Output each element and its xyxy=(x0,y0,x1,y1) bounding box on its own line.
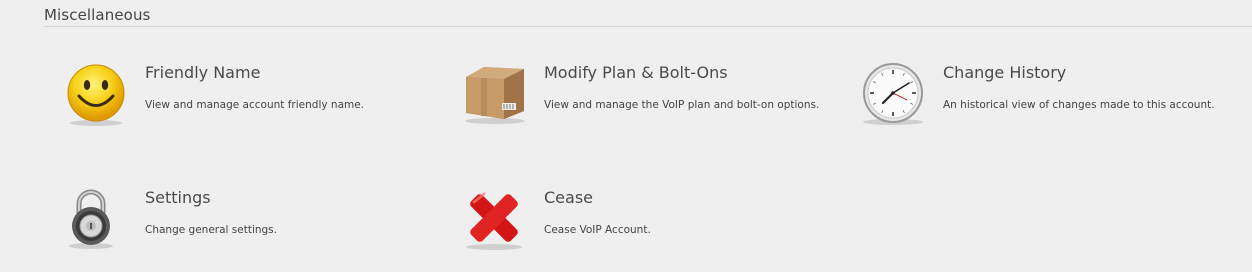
miscellaneous-section: Miscellaneous Friendly Name View and man… xyxy=(0,0,1252,272)
change-history-item[interactable]: Change History An historical view of cha… xyxy=(863,63,1252,153)
friendly-name-item[interactable]: Friendly Name View and manage account fr… xyxy=(65,63,445,153)
modify-plan-description: View and manage the VoIP plan and bolt-o… xyxy=(544,99,820,111)
settings-item[interactable]: Settings Change general settings. xyxy=(65,188,445,272)
section-divider xyxy=(44,26,1252,27)
cease-title[interactable]: Cease xyxy=(544,188,593,207)
cardboard-box-icon[interactable] xyxy=(464,63,534,133)
cease-description: Cease VoIP Account. xyxy=(544,224,651,236)
smiley-face-icon[interactable] xyxy=(65,63,135,133)
modify-plan-title[interactable]: Modify Plan & Bolt-Ons xyxy=(544,63,728,82)
clock-icon[interactable] xyxy=(863,63,933,133)
modify-plan-item[interactable]: Modify Plan & Bolt-Ons View and manage t… xyxy=(464,63,844,153)
change-history-title[interactable]: Change History xyxy=(943,63,1066,82)
friendly-name-title[interactable]: Friendly Name xyxy=(145,63,260,82)
change-history-description: An historical view of changes made to th… xyxy=(943,99,1215,111)
settings-description: Change general settings. xyxy=(145,224,277,236)
friendly-name-description: View and manage account friendly name. xyxy=(145,99,365,111)
padlock-icon[interactable] xyxy=(65,188,135,258)
red-x-icon[interactable] xyxy=(464,188,534,258)
settings-title[interactable]: Settings xyxy=(145,188,211,207)
cease-item[interactable]: Cease Cease VoIP Account. xyxy=(464,188,844,272)
section-title: Miscellaneous xyxy=(44,6,151,24)
